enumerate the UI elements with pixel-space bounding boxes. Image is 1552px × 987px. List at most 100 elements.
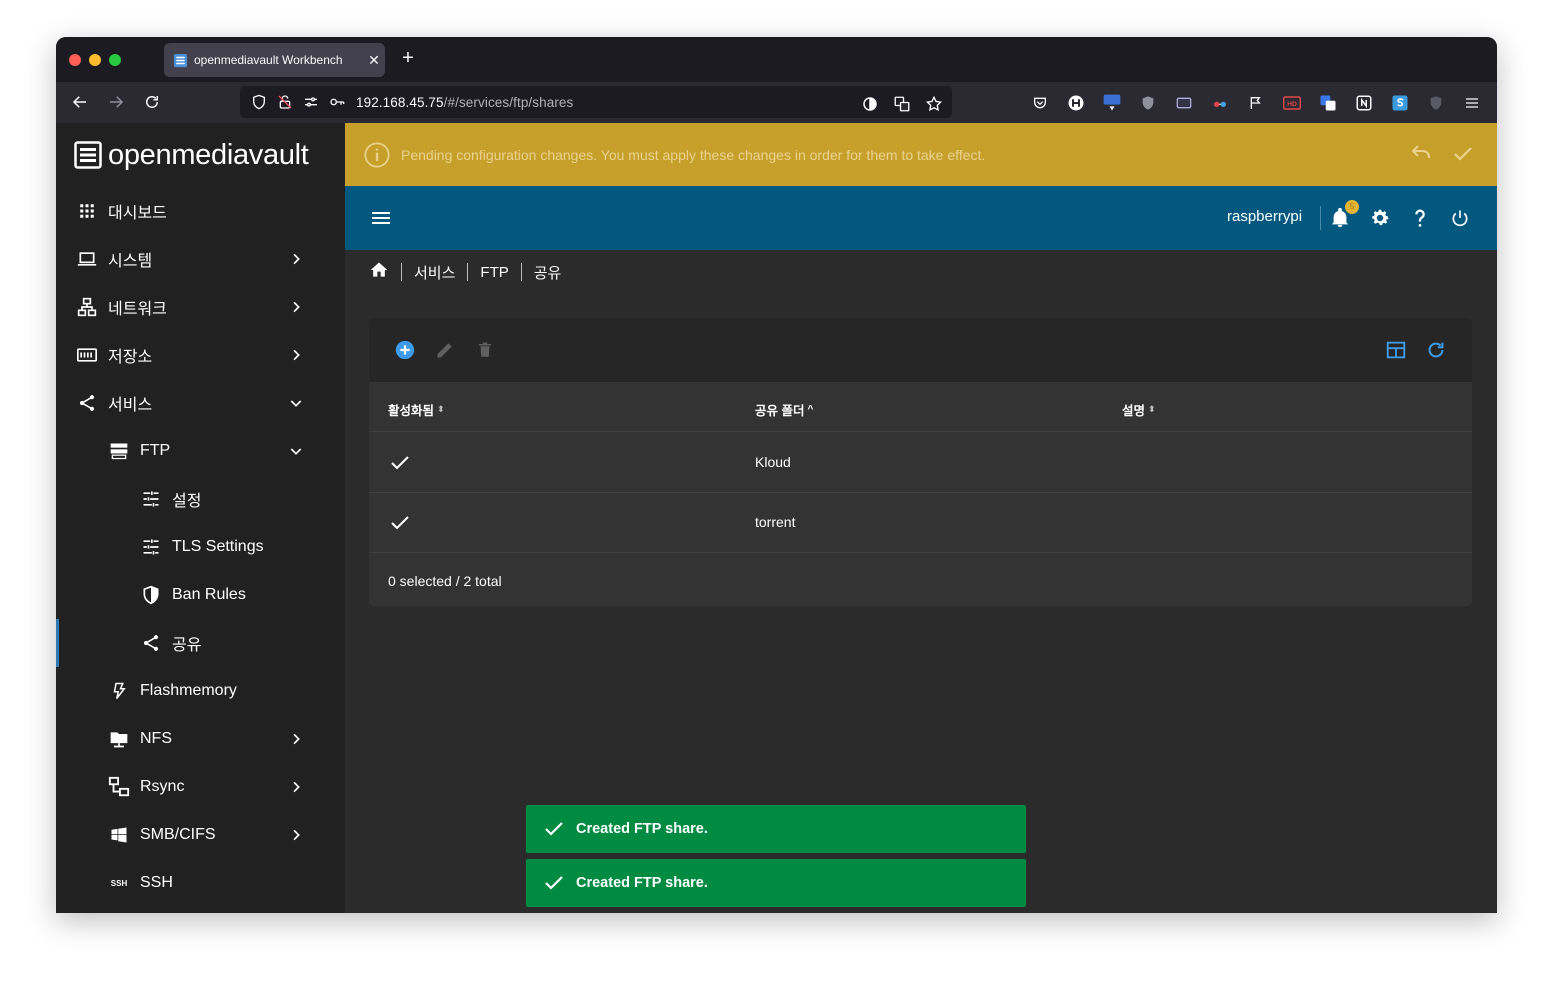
sidebar-item-ssh[interactable]: SSH SSH [56, 859, 345, 907]
breadcrumb-shares: 공유 [533, 264, 562, 282]
table-footer-count: 0 selected / 2 total [388, 573, 502, 589]
h-extension-icon[interactable] [1064, 91, 1088, 115]
delete-share-button[interactable] [473, 338, 497, 362]
sidebar-item-rsync[interactable]: Rsync [56, 763, 345, 811]
flag-extension-icon[interactable] [1244, 91, 1268, 115]
notification-badge: 5 [1345, 200, 1359, 214]
tab-close-icon[interactable]: ✕ [363, 52, 385, 69]
add-share-button[interactable] [393, 338, 417, 362]
table-row[interactable]: torrent [369, 493, 1472, 553]
toast-notification[interactable]: Created FTP share. [526, 859, 1026, 907]
sidebar-item-smb-cifs[interactable]: SMB/CIFS [56, 811, 345, 859]
sort-icon: ⬍ [1148, 404, 1156, 414]
word-extension-icon[interactable] [1100, 91, 1124, 115]
refresh-icon [1428, 342, 1444, 358]
sidebar-item-label: Flashmemory [140, 682, 237, 699]
sidebar-item-network[interactable]: 네트워크 [56, 283, 345, 331]
breadcrumb-services[interactable]: 서비스 [414, 262, 455, 283]
sidebar-item-tls-settings[interactable]: TLS Settings [56, 523, 345, 571]
browser-nav-bar: 192.168.45.75/#/services/ftp/shares HD [56, 82, 1497, 123]
new-tab-button[interactable]: + [396, 47, 420, 70]
column-toggle-button[interactable] [1384, 338, 1408, 362]
chevron-right-icon [284, 775, 308, 799]
sidebar-item-label: 저장소 [108, 349, 153, 366]
shield-extension-icon[interactable] [1136, 91, 1160, 115]
screenshot-extension-icon[interactable] [1172, 91, 1196, 115]
flash-icon [107, 679, 131, 703]
sidebar-item-ban-rules[interactable]: Ban Rules [56, 571, 345, 619]
share-icon [139, 631, 163, 655]
column-header-shared-folder[interactable]: 공유 폴더 ^ [755, 400, 813, 419]
sidebar-item-ftp-shares[interactable]: 공유 [56, 619, 345, 667]
omv-app: openmediavault 대시보드 시스템 네트워크 저장소 서비스 FTP… [56, 123, 1497, 913]
column-header-description[interactable]: 설명 ⬍ [1122, 400, 1156, 419]
pocket-icon[interactable] [1028, 91, 1052, 115]
help-icon[interactable] [1408, 206, 1432, 230]
sidebar-item-system[interactable]: 시스템 [56, 235, 345, 283]
sidebar-item-label: NFS [140, 730, 172, 747]
power-icon[interactable] [1448, 206, 1472, 230]
table-header: 활성화됨 ⬍ 공유 폴더 ^ 설명 ⬍ [369, 382, 1472, 432]
sort-icon: ⬍ [437, 404, 445, 414]
browser-menu-icon[interactable] [1460, 91, 1484, 115]
sidebar-item-label: Rsync [140, 778, 185, 795]
url-bar[interactable]: 192.168.45.75/#/services/ftp/shares [240, 86, 952, 118]
home-icon[interactable] [369, 260, 389, 284]
key-icon[interactable] [326, 92, 348, 112]
gear-icon[interactable] [1368, 206, 1392, 230]
sidebar: openmediavault 대시보드 시스템 네트워크 저장소 서비스 FTP… [56, 123, 345, 913]
breadcrumb-ftp[interactable]: FTP [480, 264, 508, 281]
brand-logo[interactable]: openmediavault [74, 135, 309, 175]
apply-check-icon[interactable] [1451, 142, 1475, 171]
window-zoom-button[interactable] [109, 54, 121, 66]
url-text[interactable]: 192.168.45.75/#/services/ftp/shares [356, 95, 573, 110]
ssh-icon: SSH [110, 878, 128, 888]
sidebar-item-label: 서비스 [108, 397, 153, 414]
storage-icon [75, 343, 99, 367]
permissions-icon[interactable] [300, 92, 322, 112]
reload-icon[interactable] [141, 91, 163, 113]
folder-network-icon [107, 727, 131, 751]
forward-arrow-icon[interactable] [105, 91, 127, 113]
breadcrumb: 서비스 FTP 공유 [369, 259, 561, 285]
glasses-extension-icon[interactable] [1208, 91, 1232, 115]
pending-changes-message: Pending configuration changes. You must … [401, 146, 986, 163]
sort-ascending-icon: ^ [807, 404, 814, 415]
sidebar-item-flashmemory[interactable]: Flashmemory [56, 667, 345, 715]
laptop-icon [75, 247, 99, 271]
table-row[interactable]: Kloud [369, 433, 1472, 493]
window-close-button[interactable] [69, 54, 81, 66]
edit-share-button[interactable] [433, 338, 457, 362]
sidebar-item-label: 대시보드 [108, 205, 167, 222]
tracking-shield-icon[interactable] [248, 92, 270, 112]
toast-message: Created FTP share. [576, 875, 708, 891]
sidebar-item-storage[interactable]: 저장소 [56, 331, 345, 379]
hd-extension-icon[interactable]: HD [1280, 91, 1304, 115]
sidebar-item-ftp-settings[interactable]: 설정 [56, 475, 345, 523]
back-arrow-icon[interactable] [69, 91, 91, 113]
sidebar-item-services[interactable]: 서비스 [56, 379, 345, 427]
refresh-button[interactable] [1424, 338, 1448, 362]
sidebar-item-nfs[interactable]: NFS [56, 715, 345, 763]
windows-icon [107, 823, 131, 847]
sidebar-item-dashboard[interactable]: 대시보드 [56, 187, 345, 235]
menu-toggle-icon[interactable] [369, 206, 393, 230]
browser-tab-active[interactable]: openmediavault Workbench ✕ [164, 43, 385, 77]
column-header-enabled[interactable]: 활성화됨 ⬍ [388, 400, 445, 419]
sidebar-item-label: SSH [140, 874, 173, 891]
browser-tab-bar: openmediavault Workbench ✕ + [56, 37, 1497, 82]
privacy-extension-icon[interactable] [1424, 91, 1448, 115]
chevron-right-icon [284, 247, 308, 271]
s-extension-icon[interactable] [1388, 91, 1412, 115]
toast-notification[interactable]: Created FTP share. [526, 805, 1026, 853]
browser-tab-title: openmediavault Workbench [194, 53, 343, 67]
notion-extension-icon[interactable] [1352, 91, 1376, 115]
window-minimize-button[interactable] [89, 54, 101, 66]
translator-extension-icon[interactable] [1316, 91, 1340, 115]
reader-mode-icon[interactable] [858, 92, 882, 116]
undo-icon[interactable] [1409, 142, 1433, 171]
bookmark-star-icon[interactable] [922, 92, 946, 116]
translate-icon[interactable] [890, 92, 914, 116]
insecure-lock-icon[interactable] [274, 92, 296, 112]
sidebar-item-ftp[interactable]: FTP [56, 427, 345, 475]
